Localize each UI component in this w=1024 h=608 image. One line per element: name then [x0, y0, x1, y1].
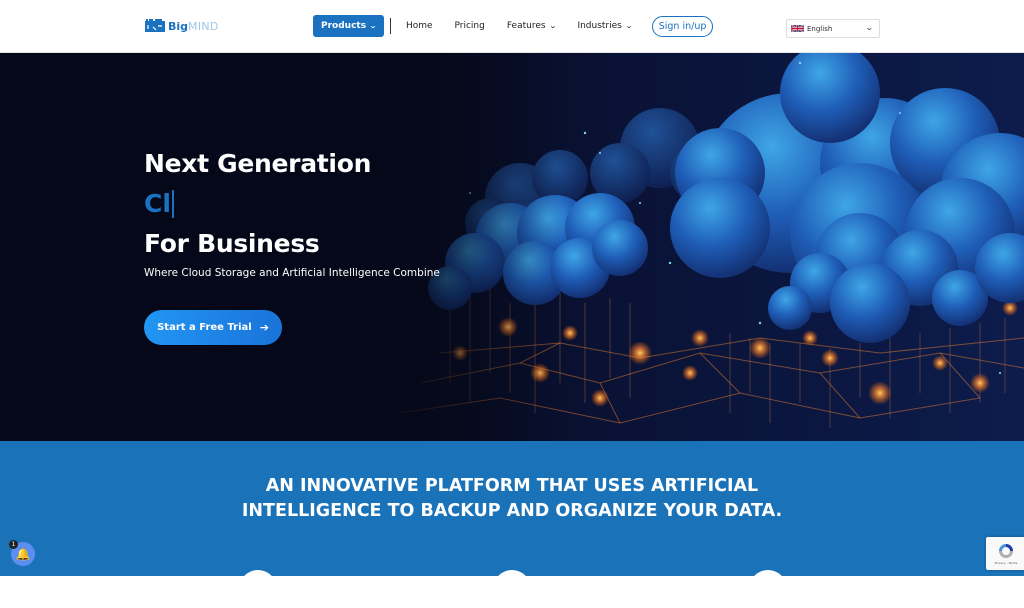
bell-icon: 🔔: [15, 547, 31, 561]
recaptcha-links[interactable]: Privacy - Terms: [995, 561, 1018, 565]
logo-text-big: Big: [168, 19, 189, 33]
nav-features[interactable]: Features ⌄: [506, 21, 557, 31]
hero-subtitle: Where Cloud Storage and Artificial Intel…: [144, 267, 440, 279]
nav-home-label: Home: [405, 21, 433, 31]
logo-text-mind: MIND: [188, 19, 219, 33]
nav-features-label: Features: [506, 21, 546, 31]
notification-badge: 1: [9, 540, 18, 549]
uk-flag-icon: [791, 24, 804, 33]
hero-section: Next Generation Cl For Business Where Cl…: [0, 53, 1024, 441]
bigmind-logo[interactable]: Big MIND: [145, 17, 219, 35]
nav-products-label: Products: [321, 21, 367, 31]
section-heading-line2: INTELLIGENCE TO BACKUP AND ORGANIZE YOUR…: [241, 501, 783, 521]
cta-label: Start a Free Trial: [157, 322, 252, 333]
logo-mark-icon: [145, 19, 165, 32]
language-select[interactable]: English ⌄: [786, 19, 880, 38]
platform-section: AN INNOVATIVE PLATFORM THAT USES ARTIFIC…: [0, 441, 1024, 608]
nav-products-button[interactable]: Products ⌄: [313, 15, 384, 37]
hero-title-line1: Next Generation: [144, 149, 372, 178]
typing-cursor: [171, 189, 174, 218]
nav-industries[interactable]: Industries ⌄: [577, 21, 633, 31]
chevron-down-icon: ⌄: [864, 23, 875, 32]
language-label: English: [807, 24, 833, 33]
section-heading-line1: AN INNOVATIVE PLATFORM THAT USES ARTIFIC…: [265, 476, 759, 496]
section-heading: AN INNOVATIVE PLATFORM THAT USES ARTIFIC…: [0, 474, 1024, 524]
chevron-down-icon: ⌄: [624, 22, 633, 30]
chevron-down-icon: ⌄: [368, 22, 378, 30]
recaptcha-icon: [999, 544, 1013, 558]
nav-home[interactable]: Home: [406, 21, 433, 31]
nav-pricing-label: Pricing: [454, 21, 485, 31]
sign-in-label: Sign in/up: [658, 20, 707, 32]
main-nav: Products ⌄ Home Pricing Features ⌄ Indus…: [313, 15, 714, 37]
hero-typed-text: Cl: [144, 189, 174, 218]
nav-pricing[interactable]: Pricing: [455, 21, 485, 31]
start-free-trial-button[interactable]: Start a Free Trial ➔: [144, 310, 282, 345]
nav-industries-label: Industries: [577, 21, 622, 31]
nav-divider: [389, 18, 391, 34]
hero-title-line2: For Business: [144, 229, 320, 258]
site-header: Big MIND Products ⌄ Home Pricing Feature…: [0, 0, 1024, 53]
typed-word: Cl: [144, 189, 171, 218]
chevron-down-icon: ⌄: [548, 22, 557, 30]
arrow-right-icon: ➔: [259, 321, 269, 334]
sign-in-button[interactable]: Sign in/up: [651, 15, 714, 37]
notification-bell-button[interactable]: 🔔 1: [9, 540, 35, 566]
recaptcha-badge[interactable]: Privacy - Terms: [986, 537, 1024, 570]
